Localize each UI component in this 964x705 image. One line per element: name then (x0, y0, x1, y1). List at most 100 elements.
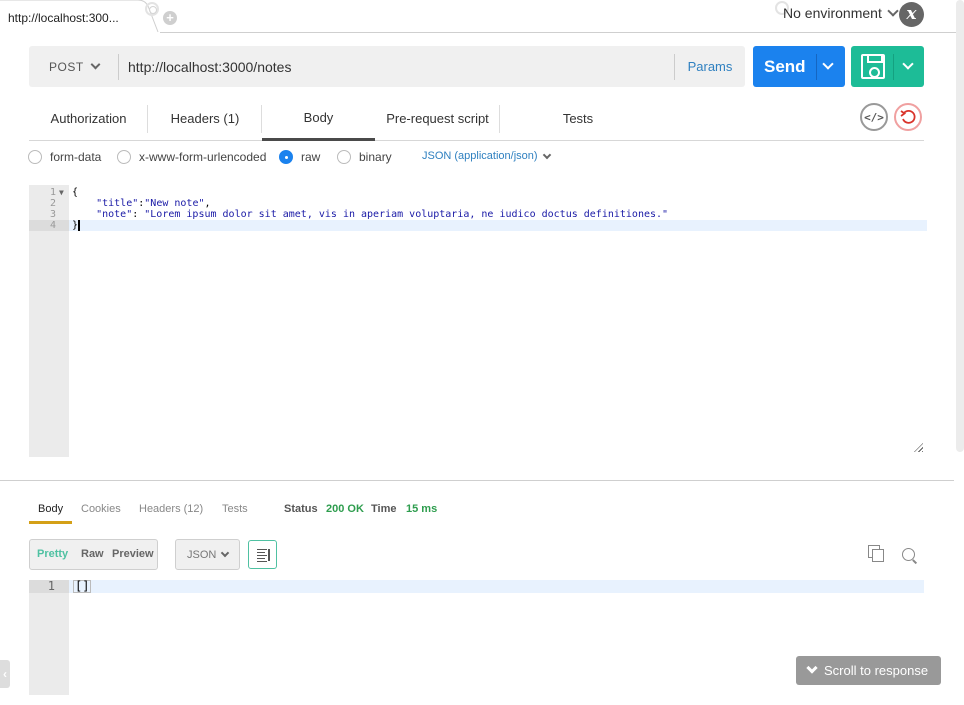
reset-button[interactable] (894, 103, 922, 131)
request-tab[interactable]: http://localhost:300... (0, 0, 160, 33)
chevron-down-icon (221, 548, 230, 558)
tab-label: Tests (562, 111, 594, 126)
divider (816, 54, 817, 80)
fold-arrow-icon[interactable]: ▼ (59, 187, 64, 198)
json-key: "note" (96, 209, 133, 220)
search-icon[interactable] (902, 548, 918, 564)
code-line-active: 1 [] (29, 580, 924, 593)
time-value: 15 ms (406, 503, 438, 515)
wrap-lines-icon (257, 549, 267, 550)
radio-form-data[interactable]: form-data (28, 150, 101, 164)
radio-binary[interactable]: binary (337, 150, 392, 164)
loading-spinner-icon (145, 2, 159, 16)
chevron-down-icon (806, 662, 818, 674)
radio-x-www-form-urlencoded[interactable]: x-www-form-urlencoded (117, 150, 266, 164)
line-number-gutter (29, 580, 69, 695)
tab-label: Body (303, 110, 334, 125)
json-key: "title" (96, 198, 139, 209)
line-number: 2 (49, 198, 56, 209)
copy-icon[interactable] (868, 545, 884, 562)
environment-label: No environment (783, 5, 882, 21)
status-value: 200 OK (326, 503, 364, 515)
json-comma: , (204, 198, 211, 209)
radio-label: binary (359, 150, 392, 164)
send-button[interactable]: Send (753, 46, 845, 87)
scroll-to-response-label: Scroll to response (824, 663, 929, 678)
code-line: 2 "title":"New note", (29, 198, 927, 209)
wrap-lines-button[interactable] (248, 540, 277, 569)
sidebar-toggle-button[interactable]: ‹ (0, 660, 10, 688)
time-label: Time (371, 503, 397, 515)
scrollbar[interactable] (956, 0, 964, 452)
chevron-left-icon: ‹ (3, 667, 7, 681)
radio-circle (337, 150, 351, 164)
tab-bar-divider (158, 32, 964, 33)
status-label: Status (284, 503, 318, 515)
wrap-lines-icon-line (257, 558, 265, 559)
json-colon: : (132, 209, 145, 220)
response-tab-cookies[interactable]: Cookies (81, 500, 121, 524)
chevron-down-icon[interactable] (822, 58, 834, 70)
request-tabs: Authorization Headers (1) Body Pre-reque… (29, 97, 924, 141)
tab-label: Tests (222, 503, 248, 515)
content-type-select[interactable]: JSON (application/json) (422, 150, 551, 162)
line-number: 1 (49, 187, 56, 198)
floppy-disk-icon (861, 54, 885, 79)
line-number: 3 (49, 209, 56, 220)
radio-circle (279, 150, 293, 164)
chevron-down-icon (887, 5, 899, 17)
text-cursor (78, 220, 81, 231)
wrap-lines-icon-line (257, 552, 265, 553)
chevron-down-icon (542, 150, 551, 159)
tab-body[interactable]: Body (262, 97, 375, 141)
divider (893, 54, 894, 80)
environment-select[interactable]: No environment (783, 5, 899, 21)
chevron-down-icon (90, 59, 101, 70)
generate-code-button[interactable]: </> (860, 103, 888, 131)
response-body-text: [] (73, 579, 92, 593)
raw-button[interactable]: Raw (81, 548, 104, 560)
code-line: 3 "note": "Lorem ipsum dolor sit amet, v… (29, 209, 927, 220)
add-tab-button[interactable]: + (163, 11, 177, 25)
scroll-to-response-button[interactable]: Scroll to response (796, 656, 941, 685)
radio-label: form-data (50, 150, 102, 164)
wrap-lines-icon-line (257, 555, 267, 556)
tab-tests[interactable]: Tests (500, 97, 656, 140)
response-tab-headers[interactable]: Headers (12) (139, 500, 203, 524)
url-input[interactable] (119, 46, 674, 87)
pane-divider[interactable] (0, 480, 954, 481)
wrap-lines-icon-line (257, 561, 267, 562)
tab-label: Body (38, 503, 64, 515)
chevron-down-icon[interactable] (902, 58, 914, 70)
radio-label: x-www-form-urlencoded (139, 150, 267, 164)
response-body-viewer[interactable]: 1 [] (29, 580, 924, 695)
view-mode-group: Pretty Raw Preview (29, 539, 158, 570)
tab-label: Authorization (50, 111, 127, 126)
radio-raw[interactable]: raw (279, 150, 320, 164)
tab-headers[interactable]: Headers (1) (148, 97, 262, 140)
method-label: POST (49, 59, 84, 74)
tab-pre-request-script[interactable]: Pre-request script (375, 97, 500, 140)
send-label: Send (764, 57, 806, 76)
format-select[interactable]: JSON (175, 539, 240, 570)
line-number: 4 (29, 220, 69, 231)
save-button[interactable] (851, 46, 924, 87)
pretty-button[interactable]: Pretty (37, 548, 68, 560)
json-value: "New note" (144, 198, 205, 209)
response-tab-tests[interactable]: Tests (222, 500, 248, 524)
request-tab-label: http://localhost:300... (8, 11, 119, 25)
plus-icon: + (166, 10, 174, 25)
method-select[interactable]: POST (29, 46, 117, 87)
params-button[interactable]: Params (675, 46, 745, 87)
tab-bar: http://localhost:300... + No environment… (0, 0, 964, 33)
code-line: 1 ▼ { (29, 187, 927, 198)
tab-authorization[interactable]: Authorization (29, 97, 148, 140)
request-body-editor[interactable]: 1 ▼ { 2 "title":"New note", 3 "note": "L… (29, 185, 927, 457)
json-value: "Lorem ipsum dolor sit amet, vis in aper… (144, 209, 669, 220)
preview-button[interactable]: Preview (112, 548, 154, 560)
radio-circle (117, 150, 131, 164)
response-tab-body[interactable]: Body (29, 500, 72, 524)
app-logo-icon[interactable]: x (899, 2, 924, 27)
content-type-label: JSON (application/json) (422, 150, 538, 162)
line-number: 1 (29, 580, 69, 593)
